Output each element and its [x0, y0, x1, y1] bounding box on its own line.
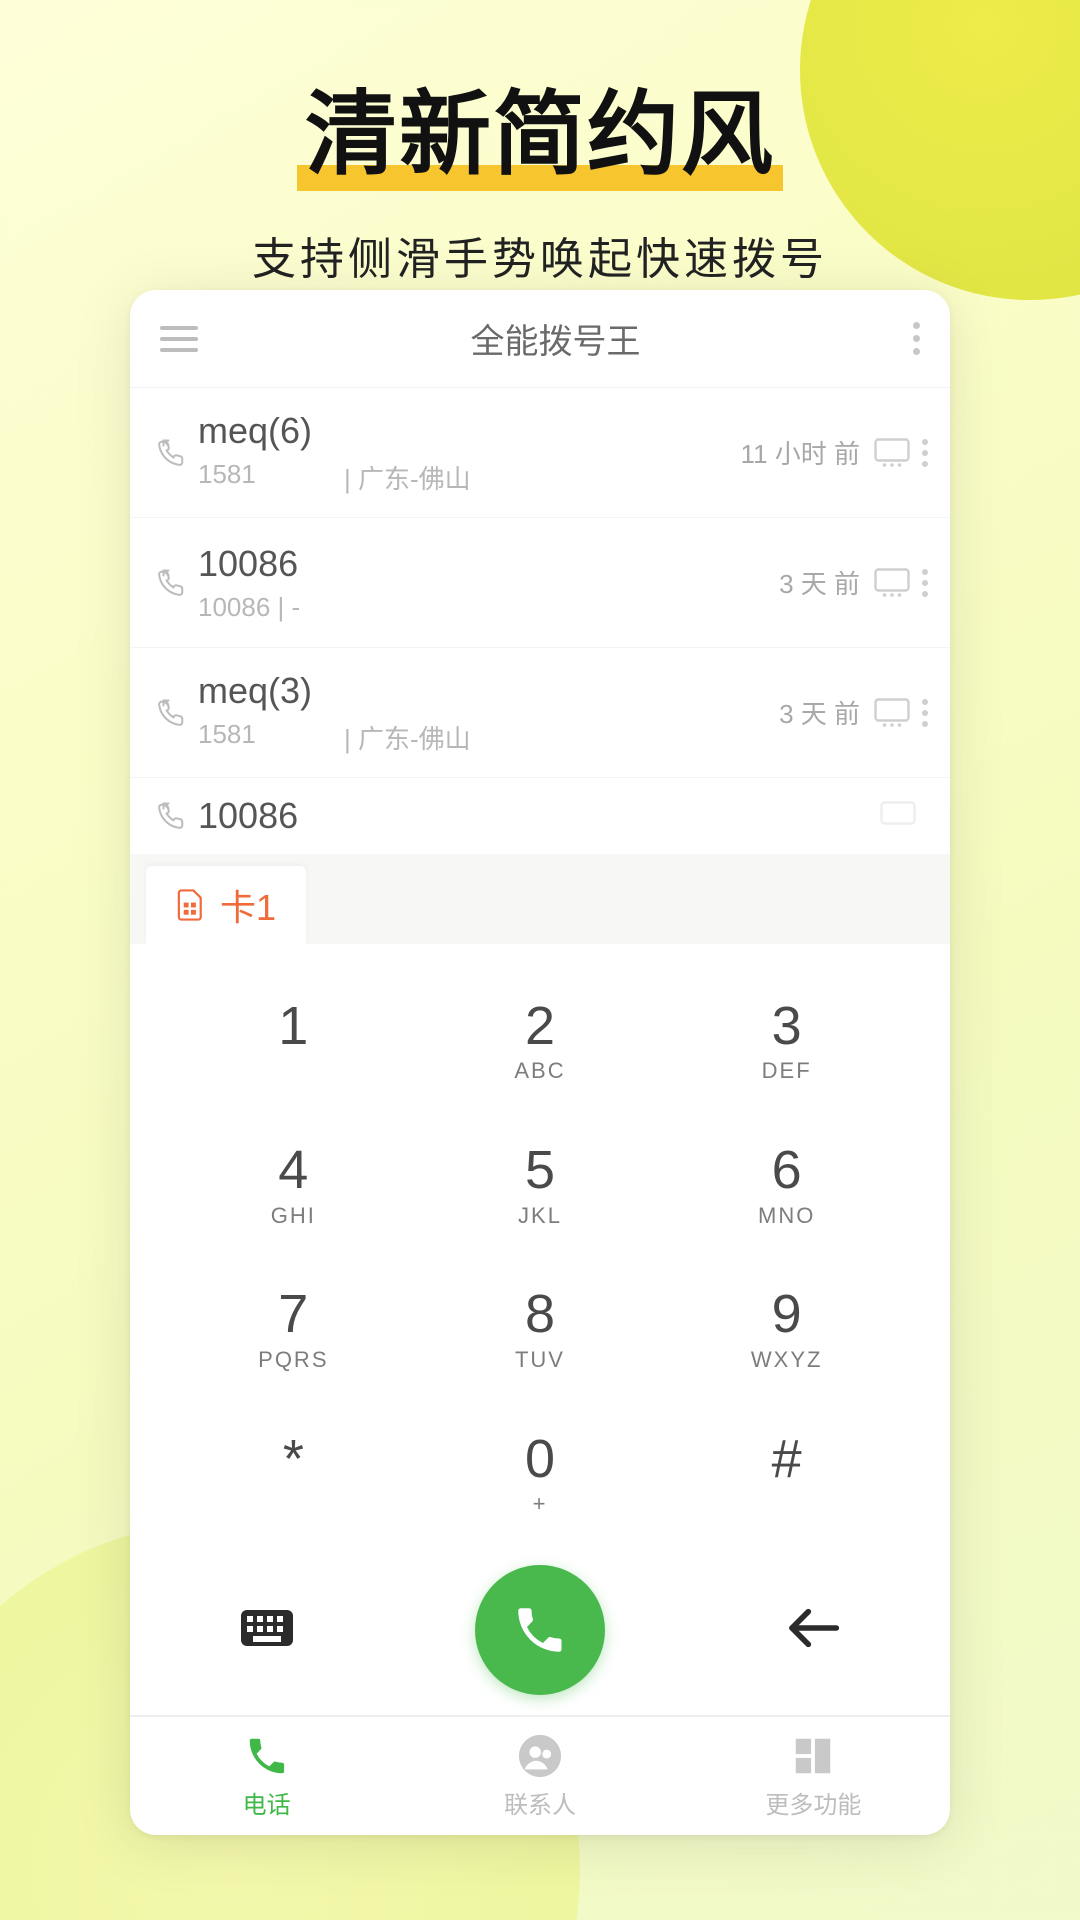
app-title: 全能拨号王 [471, 314, 641, 363]
call-number: 1581 [198, 719, 318, 756]
key-3[interactable]: 3DEF [663, 968, 910, 1112]
outgoing-call-icon [148, 801, 194, 831]
bottom-nav: 电话 联系人 更多功能 [130, 1715, 950, 1835]
key-1[interactable]: 1 [170, 968, 417, 1112]
call-location: | 广东-佛山 [344, 459, 471, 496]
key-4[interactable]: 4GHI [170, 1112, 417, 1256]
sms-icon[interactable] [874, 438, 910, 468]
call-number: 1581 [198, 459, 318, 496]
call-log-row[interactable]: meq(3) 1581 | 广东-佛山 3 天 前 [130, 648, 950, 778]
sim-icon [176, 888, 206, 922]
phone-icon [511, 1601, 569, 1659]
nav-contacts[interactable]: 联系人 [403, 1717, 676, 1835]
sms-icon[interactable] [874, 568, 910, 598]
keyboard-toggle-icon[interactable] [239, 1608, 295, 1653]
app-bar: 全能拨号王 [130, 290, 950, 388]
key-0[interactable]: 0+ [417, 1401, 664, 1545]
nav-label: 更多功能 [765, 1785, 861, 1820]
key-7[interactable]: 7PQRS [170, 1257, 417, 1401]
dial-button[interactable] [475, 1565, 605, 1695]
call-time: 3 天 前 [779, 564, 860, 601]
call-log-row[interactable]: 10086 [130, 778, 950, 854]
dial-keypad: 1 2ABC 3DEF 4GHI 5JKL 6MNO 7PQRS 8TUV 9W… [130, 944, 950, 1545]
outgoing-call-icon [148, 698, 194, 728]
call-location: | 广东-佛山 [344, 719, 471, 756]
nav-label: 联系人 [504, 1785, 576, 1820]
dial-action-row [130, 1545, 950, 1715]
call-log-list: meq(6) 1581 | 广东-佛山 11 小时 前 10086 10086 … [130, 388, 950, 854]
call-number: 10086 | - [198, 592, 318, 623]
sms-icon[interactable] [880, 801, 916, 831]
call-time: 3 天 前 [779, 694, 860, 731]
promo-subhead: 支持侧滑手势唤起快速拨号 [0, 223, 1080, 287]
promo-headline: 清新简约风 [297, 60, 783, 199]
row-overflow-icon[interactable] [922, 439, 928, 467]
key-5[interactable]: 5JKL [417, 1112, 664, 1256]
menu-icon[interactable] [160, 326, 198, 352]
call-name: meq(3) [198, 669, 779, 712]
key-star[interactable]: * [170, 1401, 417, 1545]
call-time: 11 小时 前 [741, 434, 860, 471]
key-6[interactable]: 6MNO [663, 1112, 910, 1256]
backspace-icon[interactable] [785, 1606, 841, 1655]
nav-label: 电话 [243, 1785, 291, 1820]
call-log-row[interactable]: meq(6) 1581 | 广东-佛山 11 小时 前 [130, 388, 950, 518]
more-nav-icon [790, 1733, 836, 1779]
call-name: 10086 [198, 794, 880, 837]
sms-icon[interactable] [874, 698, 910, 728]
call-name: meq(6) [198, 409, 741, 452]
phone-frame: 全能拨号王 meq(6) 1581 | 广东-佛山 11 小时 前 [130, 290, 950, 1835]
row-overflow-icon[interactable] [922, 569, 928, 597]
key-2[interactable]: 2ABC [417, 968, 664, 1112]
key-9[interactable]: 9WXYZ [663, 1257, 910, 1401]
nav-more[interactable]: 更多功能 [677, 1717, 950, 1835]
sim-card-tab[interactable]: 卡1 [146, 866, 306, 944]
key-hash[interactable]: # [663, 1401, 910, 1545]
phone-nav-icon [244, 1733, 290, 1779]
contacts-nav-icon [517, 1733, 563, 1779]
sim-label: 卡1 [220, 879, 276, 931]
overflow-icon[interactable] [913, 322, 920, 355]
outgoing-call-icon [148, 438, 194, 468]
row-overflow-icon[interactable] [922, 699, 928, 727]
call-log-row[interactable]: 10086 10086 | - 3 天 前 [130, 518, 950, 648]
sim-selector-bar: 卡1 [130, 854, 950, 944]
nav-phone[interactable]: 电话 [130, 1717, 403, 1835]
outgoing-call-icon [148, 568, 194, 598]
call-name: 10086 [198, 542, 779, 585]
key-8[interactable]: 8TUV [417, 1257, 664, 1401]
